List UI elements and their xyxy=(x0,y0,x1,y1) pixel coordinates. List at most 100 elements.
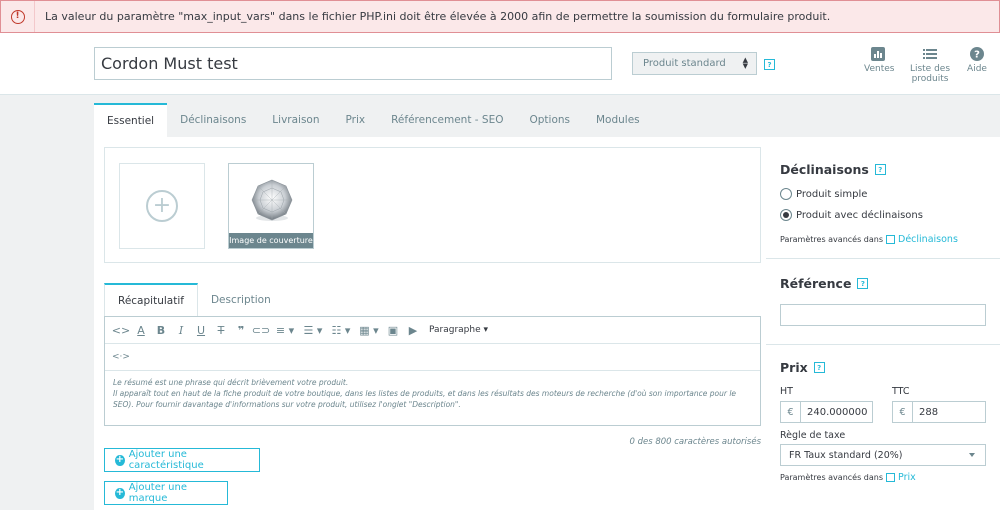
plus-icon: + xyxy=(115,487,125,499)
tab-modules[interactable]: Modules xyxy=(583,103,653,137)
link-icon[interactable]: ⊂⊃ xyxy=(251,320,271,340)
product-type-value: Produit standard xyxy=(643,58,726,69)
paragraph-format-select[interactable]: Paragraphe ▾ xyxy=(423,325,488,335)
currency-prefix: € xyxy=(893,402,913,422)
bold-icon[interactable]: B xyxy=(151,320,171,340)
select-arrows-icon: ▲ ▼ xyxy=(742,56,748,70)
question-circle-icon: ? xyxy=(970,47,984,61)
tab-seo[interactable]: Référencement - SEO xyxy=(378,103,516,137)
price-ht-value[interactable]: 240.000000 xyxy=(801,402,867,422)
editor-toolbar-row2: <·> xyxy=(105,344,760,371)
prix-title: Prix ? xyxy=(780,360,825,375)
help-label: Aide xyxy=(967,64,987,74)
help-icon[interactable]: ? xyxy=(813,362,825,373)
help-button[interactable]: ? Aide xyxy=(967,47,987,74)
summary-line-2: Il apparaît tout en haut de la fiche pro… xyxy=(113,389,737,409)
help-icon[interactable]: ? xyxy=(874,164,886,175)
editor-content[interactable]: Le résumé est une phrase qui décrit briè… xyxy=(105,371,760,416)
tab-essentiel[interactable]: Essentiel xyxy=(94,103,168,137)
bar-chart-icon xyxy=(871,47,885,61)
cover-image-thumbnail[interactable]: Image de couverture xyxy=(228,163,314,249)
diamond-image xyxy=(251,179,293,221)
alert-message: La valeur du paramètre "max_input_vars" … xyxy=(45,10,831,23)
tab-declinaisons[interactable]: Déclinaisons xyxy=(167,103,259,137)
numbered-list-icon[interactable]: ☷ ▾ xyxy=(327,320,355,340)
tax-rule-label: Règle de taxe xyxy=(780,430,846,441)
description-tabs: Récapitulatif Description xyxy=(104,283,284,316)
table-icon[interactable]: ▦ ▾ xyxy=(355,320,383,340)
blockquote-icon[interactable]: ❞ xyxy=(231,320,251,340)
cover-image-label: Image de couverture xyxy=(229,233,313,248)
external-link-icon xyxy=(886,235,896,244)
tab-description[interactable]: Description xyxy=(198,283,284,316)
add-brand-button[interactable]: + Ajouter une marque xyxy=(104,481,228,505)
bullet-list-icon[interactable]: ☰ ▾ xyxy=(299,320,327,340)
strikethrough-icon[interactable]: T xyxy=(211,320,231,340)
image-icon[interactable]: ▣ xyxy=(383,320,403,340)
plus-circle-icon: + xyxy=(146,190,178,222)
source-code-icon[interactable]: <·> xyxy=(111,347,131,367)
main-tabs: Essentiel Déclinaisons Livraison Prix Ré… xyxy=(94,103,653,137)
price-ttc-input[interactable]: € 288 xyxy=(892,401,986,423)
tab-options[interactable]: Options xyxy=(516,103,583,137)
reference-title-text: Référence xyxy=(780,276,852,291)
price-ht-input[interactable]: € 240.000000 xyxy=(780,401,873,423)
plus-icon: + xyxy=(115,454,125,466)
radio-simple-icon[interactable] xyxy=(780,188,792,200)
radio-combinations-label: Produit avec déclinaisons xyxy=(796,209,923,221)
divider xyxy=(766,344,1000,345)
prix-link[interactable]: Prix xyxy=(898,472,916,483)
radio-simple-label: Produit simple xyxy=(796,188,868,200)
declinaisons-title-text: Déclinaisons xyxy=(780,162,869,177)
prix-title-text: Prix xyxy=(780,360,808,375)
underline-icon[interactable]: U xyxy=(191,320,211,340)
chevron-down-icon xyxy=(969,453,975,457)
summary-line-1: Le résumé est une phrase qui décrit briè… xyxy=(113,378,349,387)
tab-livraison[interactable]: Livraison xyxy=(259,103,332,137)
radio-combinations[interactable]: Produit avec déclinaisons xyxy=(780,209,923,221)
paragraph-format-label: Paragraphe xyxy=(429,325,481,335)
declinaisons-title: Déclinaisons ? xyxy=(780,162,886,177)
italic-icon[interactable]: I xyxy=(171,320,191,340)
add-brand-label: Ajouter une marque xyxy=(128,482,187,504)
char-counter: 0 des 800 caractères autorisés xyxy=(629,437,761,447)
add-feature-button[interactable]: + Ajouter une caractéristique xyxy=(104,448,260,472)
tab-recapitulatif[interactable]: Récapitulatif xyxy=(104,283,198,316)
declinaisons-link[interactable]: Déclinaisons xyxy=(898,234,958,245)
divider xyxy=(766,258,1000,259)
reference-field[interactable] xyxy=(780,304,986,326)
add-image-button[interactable]: + xyxy=(119,163,205,249)
radio-combinations-icon[interactable] xyxy=(780,209,792,221)
sales-button[interactable]: Ventes xyxy=(864,47,895,74)
sales-label: Ventes xyxy=(864,64,895,74)
code-icon[interactable]: <> xyxy=(111,320,131,340)
text-color-icon[interactable]: A xyxy=(131,320,151,340)
align-icon[interactable]: ≡ ▾ xyxy=(271,320,299,340)
advanced-prefix: Paramètres avancés dans xyxy=(780,235,884,244)
product-type-select[interactable]: Produit standard ▲ ▼ xyxy=(632,52,757,75)
add-feature-label: Ajouter une caractéristique xyxy=(128,449,204,471)
currency-prefix: € xyxy=(781,402,801,422)
advanced-prefix: Paramètres avancés dans xyxy=(780,473,884,482)
summary-editor: <> A B I U T ❞ ⊂⊃ ≡ ▾ ☰ ▾ ☷ ▾ ▦ ▾ ▣ ▶ Pa… xyxy=(104,316,761,426)
list-icon xyxy=(923,49,937,59)
product-header: Produit standard ▲▼ ? Ventes Liste des p… xyxy=(0,33,1000,95)
tax-rule-select[interactable]: FR Taux standard (20%) xyxy=(780,444,986,466)
product-name-input[interactable] xyxy=(94,47,612,80)
tab-prix[interactable]: Prix xyxy=(333,103,379,137)
alert-icon-box: ! xyxy=(1,1,35,32)
radio-simple[interactable]: Produit simple xyxy=(780,188,867,200)
declinaisons-section: Déclinaisons ? xyxy=(780,162,886,177)
price-ttc-value[interactable]: 288 xyxy=(913,402,938,422)
reference-input[interactable] xyxy=(780,304,986,326)
tax-rule-value: FR Taux standard (20%) xyxy=(789,449,903,461)
product-list-label: Liste des produits xyxy=(909,64,951,84)
media-icon[interactable]: ▶ xyxy=(403,320,423,340)
help-icon[interactable]: ? xyxy=(857,278,869,289)
images-dropzone[interactable]: + Image de couverture xyxy=(104,147,761,263)
product-list-button[interactable]: Liste des produits xyxy=(896,47,964,84)
help-icon[interactable]: ? xyxy=(764,59,775,70)
ht-label: HT xyxy=(780,386,793,397)
error-alert: ! La valeur du paramètre "max_input_vars… xyxy=(0,0,1000,33)
editor-toolbar: <> A B I U T ❞ ⊂⊃ ≡ ▾ ☰ ▾ ☷ ▾ ▦ ▾ ▣ ▶ Pa… xyxy=(105,317,760,344)
